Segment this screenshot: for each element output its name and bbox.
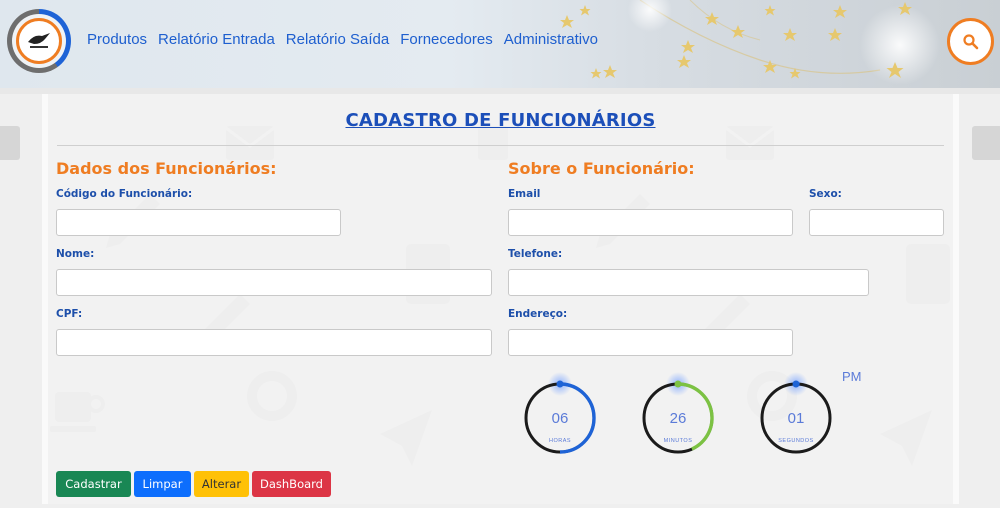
clock-seconds-label: SEGUNDOS — [778, 438, 813, 444]
cadastrar-button[interactable]: Cadastrar — [56, 471, 131, 497]
clock-minutes-label: MINUTOS — [664, 438, 693, 444]
limpar-button[interactable]: Limpar — [134, 471, 191, 497]
title-divider — [57, 145, 944, 146]
cpf-input[interactable] — [56, 329, 492, 356]
nome-input[interactable] — [56, 269, 492, 296]
telefone-input[interactable] — [508, 269, 869, 296]
bird-logo-icon — [28, 33, 50, 48]
alterar-button[interactable]: Alterar — [194, 471, 249, 497]
clock-hours-value: 06 — [552, 410, 569, 427]
clock-hours-label: HORAS — [549, 438, 571, 444]
email-label: Email — [508, 188, 541, 200]
codigo-input[interactable] — [56, 209, 341, 236]
endereco-label: Endereço: — [508, 308, 568, 320]
main-nav: Produtos Relatório Entrada Relatório Saí… — [87, 31, 598, 48]
nav-relatorio-saida[interactable]: Relatório Saída — [286, 31, 389, 48]
endereco-input[interactable] — [508, 329, 793, 356]
right-section-title: Sobre o Funcionário: — [508, 159, 695, 178]
envelope-icon — [0, 126, 20, 160]
telefone-label: Telefone: — [508, 248, 563, 260]
clock-hours-dot — [556, 380, 564, 388]
dashboard-button[interactable]: DashBoard — [252, 471, 331, 497]
codigo-label: Código do Funcionário: — [56, 188, 193, 200]
search-icon — [962, 33, 978, 49]
cpf-label: CPF: — [56, 308, 83, 320]
company-logo[interactable] — [7, 9, 71, 73]
clock-seconds: 01 SEGUNDOS — [760, 372, 832, 454]
clock-minutes-value: 26 — [670, 410, 687, 427]
left-section-title: Dados dos Funcionários: — [56, 159, 277, 178]
top-header: Produtos Relatório Entrada Relatório Saí… — [0, 0, 1000, 88]
nav-administrativo[interactable]: Administrativo — [504, 31, 598, 48]
clock-minutes: 26 MINUTOS — [642, 372, 714, 454]
nav-produtos[interactable]: Produtos — [87, 31, 147, 48]
sexo-input[interactable] — [809, 209, 944, 236]
nav-relatorio-entrada[interactable]: Relatório Entrada — [158, 31, 275, 48]
clock-minutes-dot — [674, 380, 682, 388]
nome-label: Nome: — [56, 248, 95, 260]
email-input[interactable] — [508, 209, 793, 236]
sexo-label: Sexo: — [809, 188, 842, 200]
clock-hours: 06 HORAS — [524, 372, 596, 454]
digital-clock: 06 HORAS 26 MINUTOS 01 SEGUNDOS — [524, 372, 832, 454]
envelope-icon — [972, 126, 1000, 160]
clock-seconds-value: 01 — [788, 410, 805, 427]
nav-fornecedores[interactable]: Fornecedores — [400, 31, 493, 48]
search-button[interactable] — [947, 18, 994, 65]
clock-seconds-dot — [792, 380, 800, 388]
page-title: CADASTRO DE FUNCIONÁRIOS — [345, 110, 656, 131]
